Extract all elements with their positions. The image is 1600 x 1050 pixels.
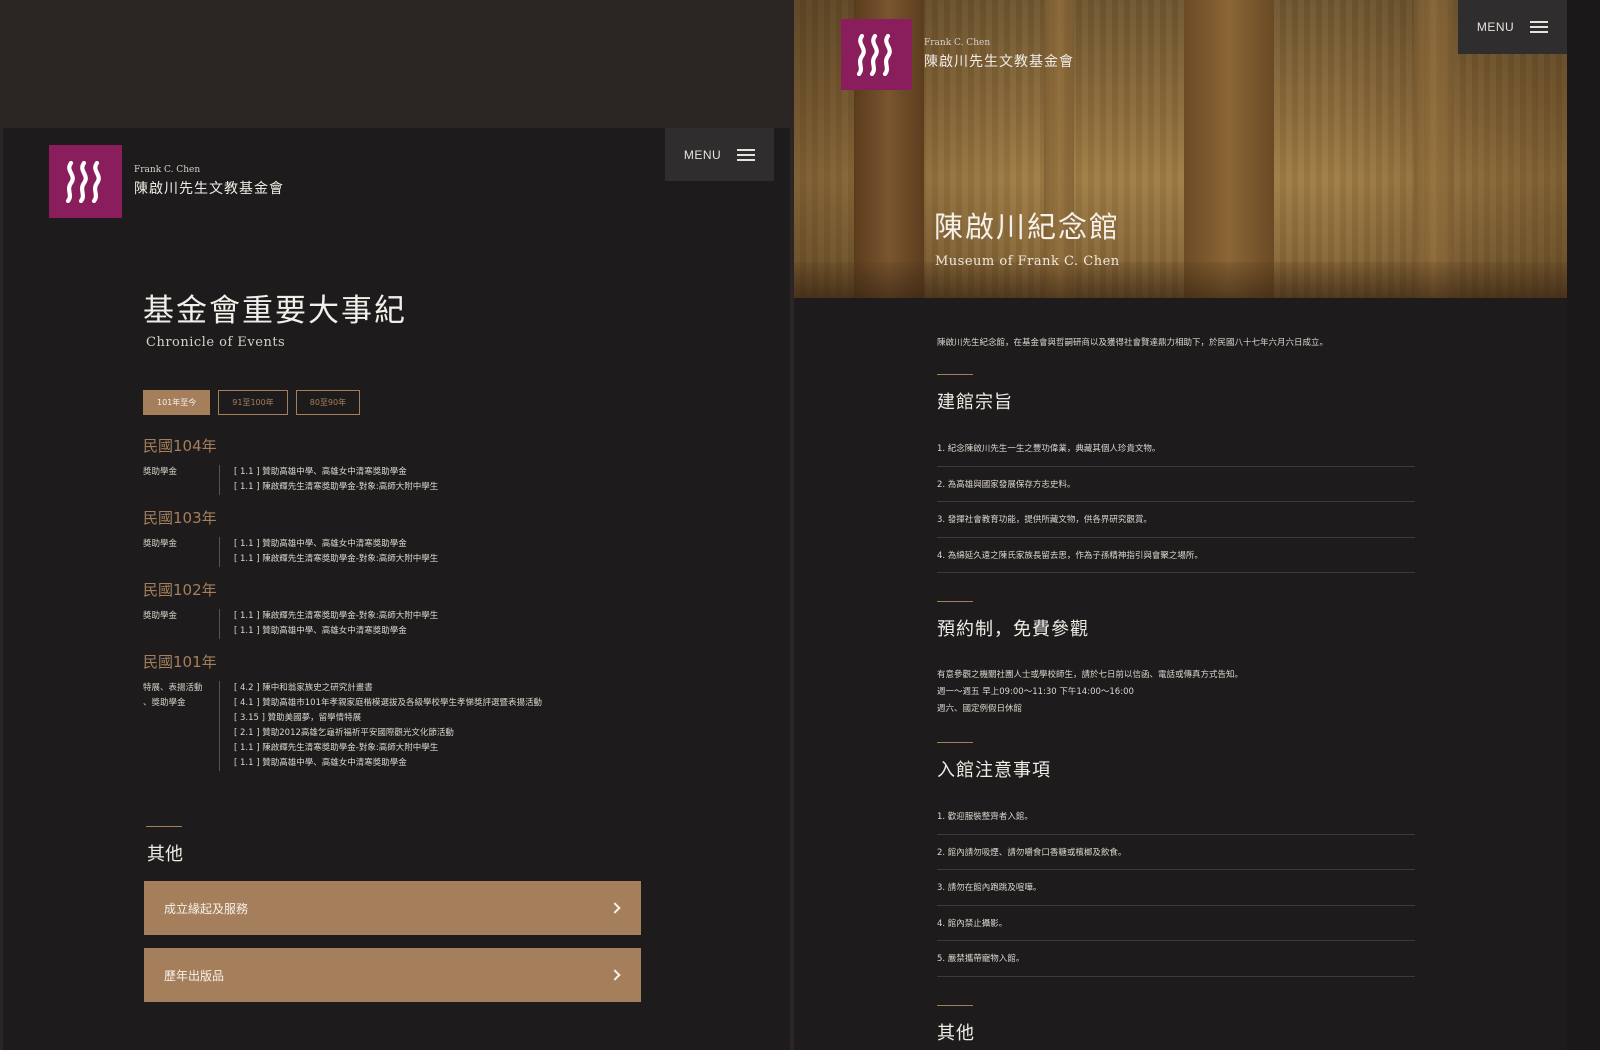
year-heading: 民國101年 bbox=[143, 653, 217, 671]
event-item: [ 1.1 ] 陳啟輝先生清寒獎助學金-對象:高師大附中學生 bbox=[234, 554, 439, 564]
section-divider bbox=[937, 374, 973, 375]
logo-english-name: Frank C. Chen bbox=[134, 165, 201, 175]
logo-mark-icon bbox=[841, 19, 912, 90]
chronicle-page: Frank C. Chen 陳啟川先生文教基金會 MENU 基金會重要大事紀 C… bbox=[3, 128, 790, 1050]
logo-mark-icon bbox=[49, 145, 122, 218]
other-section-title: 其他 bbox=[147, 844, 183, 865]
hamburger-icon bbox=[737, 148, 756, 161]
purpose-item: 4. 為綿延久遠之陳氏家族長留去思，作為子孫精神指引與會聚之場所。 bbox=[937, 538, 1415, 573]
tab-80-90[interactable]: 80至90年 bbox=[295, 390, 361, 415]
page-subtitle: Chronicle of Events bbox=[146, 335, 286, 350]
purpose-list: 1. 紀念陳啟川先生一生之豐功偉業，典藏其個人珍貴文物。 2. 為高雄與國家發展… bbox=[937, 431, 1415, 573]
purpose-item: 1. 紀念陳啟川先生一生之豐功偉業，典藏其個人珍貴文物。 bbox=[937, 431, 1415, 467]
origin-services-link[interactable]: 成立緣起及服務 bbox=[144, 881, 641, 935]
link-label: 成立緣起及服務 bbox=[164, 901, 249, 916]
rule-item: 2. 館內請勿吸煙、請勿嚼食口香糖或檳榔及飲食。 bbox=[937, 835, 1415, 870]
year-block: 民國101年 特展、表揚活動 、獎助學金 [ 4.2 ] 陳中和翁家族史之研究計… bbox=[143, 651, 703, 771]
menu-label: MENU bbox=[1476, 20, 1515, 34]
hamburger-icon bbox=[1530, 21, 1549, 33]
section-divider bbox=[146, 826, 182, 827]
chevron-right-icon bbox=[609, 969, 621, 981]
event-item: [ 4.2 ] 陳中和翁家族史之研究計畫書 bbox=[234, 683, 373, 693]
period-tabs: 101年至今 91至100年 80至90年 bbox=[143, 390, 361, 415]
event-timeline: 民國104年 獎助學金 [ 1.1 ] 贊助高雄中學、高雄女中清寒獎助學金 [ … bbox=[143, 435, 703, 783]
event-item: [ 1.1 ] 贊助高雄中學、高雄女中清寒獎助學金 bbox=[234, 539, 407, 549]
logo-english-name: Frank C. Chen bbox=[924, 38, 991, 48]
site-logo[interactable]: Frank C. Chen 陳啟川先生文教基金會 bbox=[841, 19, 1074, 90]
purpose-item: 2. 為高雄與國家發展保存方志史料。 bbox=[937, 467, 1415, 502]
event-item: [ 1.1 ] 陳啟輝先生清寒獎助學金-對象:高師大附中學生 bbox=[234, 743, 439, 753]
visit-closed: 週六、國定例假日休館 bbox=[937, 704, 1023, 714]
hero-banner-image: Frank C. Chen 陳啟川先生文教基金會 陳啟川紀念館 Museum o… bbox=[794, 0, 1567, 298]
year-block: 民國102年 獎助學金 [ 1.1 ] 陳啟輝先生清寒獎助學金-對象:高師大附中… bbox=[143, 579, 703, 639]
event-item: [ 1.1 ] 陳啟輝先生清寒獎助學金-對象:高師大附中學生 bbox=[234, 611, 439, 621]
event-item: [ 3.15 ] 贊助美國夢，留學情特展 bbox=[234, 713, 362, 723]
rules-title: 入館注意事項 bbox=[937, 760, 1051, 781]
event-category: 獎助學金 bbox=[143, 467, 178, 477]
tab-101-onwards[interactable]: 101年至今 bbox=[143, 390, 211, 415]
chevron-right-icon bbox=[609, 902, 621, 914]
year-block: 民國103年 獎助學金 [ 1.1 ] 贊助高雄中學、高雄女中清寒獎助學金 [ … bbox=[143, 507, 703, 567]
other-section-title: 其他 bbox=[937, 1023, 975, 1044]
event-item: [ 1.1 ] 贊助高雄中學、高雄女中清寒獎助學金 bbox=[234, 626, 407, 636]
event-item: [ 1.1 ] 贊助高雄中學、高雄女中清寒獎助學金 bbox=[234, 467, 407, 477]
logo-chinese-name: 陳啟川先生文教基金會 bbox=[924, 54, 1074, 70]
rules-list: 1. 歡迎服裝整齊者入館。 2. 館內請勿吸煙、請勿嚼食口香糖或檳榔及飲食。 3… bbox=[937, 799, 1415, 977]
visit-hours: 週一～週五 早上09:00～11:30 下午14:00～16:00 bbox=[937, 687, 1134, 697]
hero-subtitle: Museum of Frank C. Chen bbox=[935, 254, 1120, 269]
logo-chinese-name: 陳啟川先生文教基金會 bbox=[134, 181, 284, 197]
page-edge-strip bbox=[1567, 0, 1600, 1050]
visit-info: 有意參觀之機關社團人士或學校師生，請於七日前以信函、電話或傳真方式告知。 週一～… bbox=[937, 667, 1243, 718]
visit-line: 有意參觀之機關社團人士或學校師生，請於七日前以信函、電話或傳真方式告知。 bbox=[937, 670, 1244, 680]
visit-title: 預約制，免費參觀 bbox=[937, 619, 1089, 640]
menu-button[interactable]: MENU bbox=[665, 128, 774, 181]
purpose-item: 3. 發揮社會教育功能，提供所藏文物，供各界研究觀賞。 bbox=[937, 502, 1415, 538]
museum-intro-text: 陳啟川先生紀念館，在基金會與哲嗣研商以及獲得社會賢達鼎力相助下，於民國八十七年六… bbox=[937, 338, 1329, 348]
link-label: 歷年出版品 bbox=[164, 968, 225, 983]
page-title: 基金會重要大事紀 bbox=[143, 293, 407, 329]
event-category: 獎助學金 bbox=[143, 611, 178, 621]
museum-page: Frank C. Chen 陳啟川先生文教基金會 陳啟川紀念館 Museum o… bbox=[794, 0, 1600, 1050]
rule-item: 1. 歡迎服裝整齊者入館。 bbox=[937, 799, 1415, 835]
menu-button[interactable]: MENU bbox=[1458, 0, 1567, 54]
event-item: [ 1.1 ] 陳啟輝先生清寒獎助學金-對象:高師大附中學生 bbox=[234, 482, 439, 492]
publications-link[interactable]: 歷年出版品 bbox=[144, 948, 641, 1002]
purpose-title: 建館宗旨 bbox=[937, 392, 1013, 413]
site-logo[interactable]: Frank C. Chen 陳啟川先生文教基金會 bbox=[49, 145, 284, 218]
tab-91-100[interactable]: 91至100年 bbox=[218, 390, 288, 415]
menu-label: MENU bbox=[683, 147, 722, 162]
event-item: [ 4.1 ] 贊助高雄市101年孝親家庭楷模選拔及各級學校學生孝悌獎評選暨表揚… bbox=[234, 698, 542, 708]
year-heading: 民國104年 bbox=[143, 437, 217, 455]
event-category: 獎助學金 bbox=[143, 539, 178, 549]
section-divider bbox=[937, 742, 973, 743]
section-divider bbox=[937, 1005, 973, 1006]
rule-item: 4. 館內禁止攝影。 bbox=[937, 906, 1415, 941]
year-heading: 民國102年 bbox=[143, 581, 217, 599]
section-divider bbox=[937, 601, 973, 602]
rule-item: 5. 嚴禁攜帶寵物入館。 bbox=[937, 941, 1415, 977]
hero-title: 陳啟川紀念館 bbox=[934, 210, 1121, 244]
year-block: 民國104年 獎助學金 [ 1.1 ] 贊助高雄中學、高雄女中清寒獎助學金 [ … bbox=[143, 435, 703, 495]
event-category: 特展、表揚活動 、獎助學金 bbox=[143, 683, 203, 708]
year-heading: 民國103年 bbox=[143, 509, 217, 527]
event-item: [ 2.1 ] 贊助2012高雄乞龜祈福祈平安國際觀光文化節活動 bbox=[234, 728, 454, 738]
rule-item: 3. 請勿在館內跑跳及喧嘩。 bbox=[937, 870, 1415, 906]
event-item: [ 1.1 ] 贊助高雄中學、高雄女中清寒獎助學金 bbox=[234, 758, 407, 768]
